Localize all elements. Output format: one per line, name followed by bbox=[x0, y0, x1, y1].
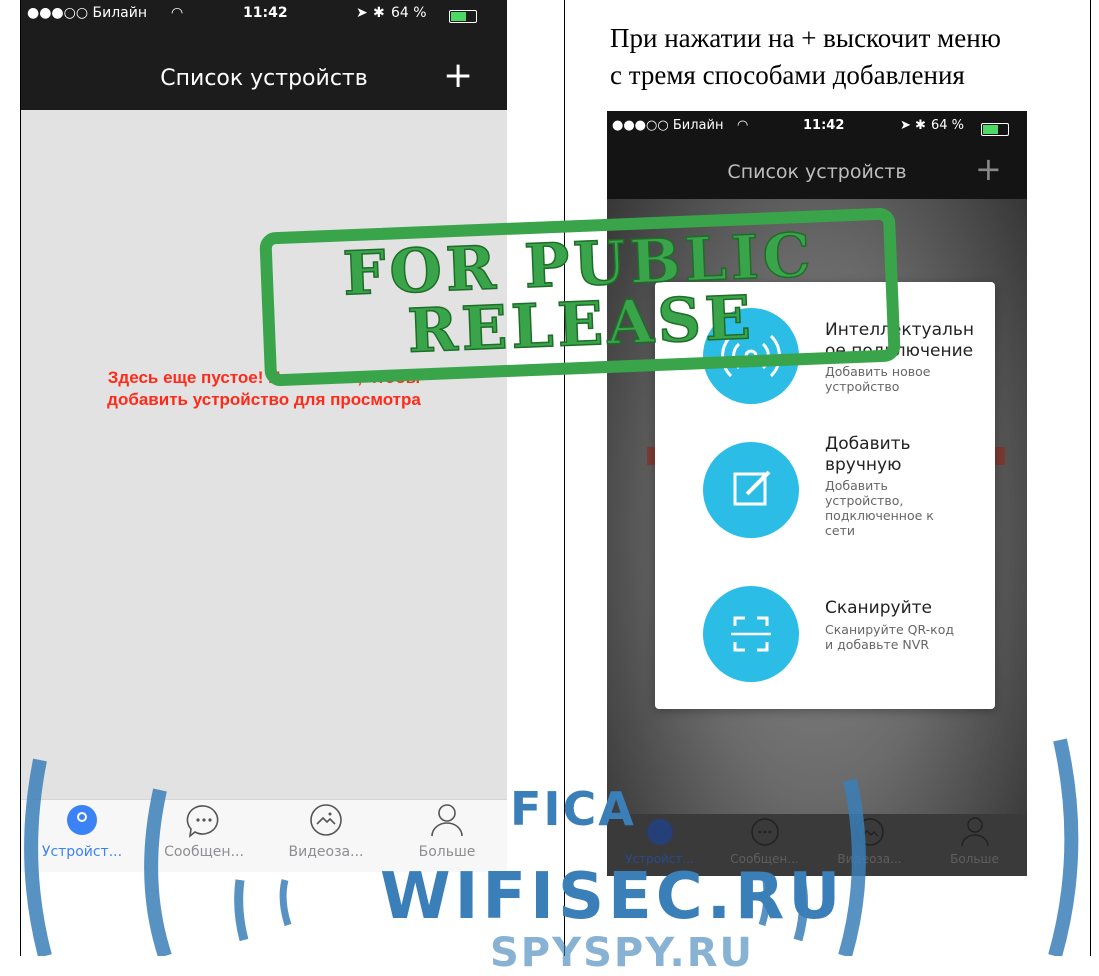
watermark-partial-top: FICA bbox=[510, 782, 636, 836]
watermark-partial-bottom: SPYSPY.RU bbox=[490, 930, 755, 976]
watermark-brand: WIFISEC.RU bbox=[380, 860, 845, 934]
public-release-stamp: FOR PUBLIC RELEASE bbox=[259, 207, 901, 387]
